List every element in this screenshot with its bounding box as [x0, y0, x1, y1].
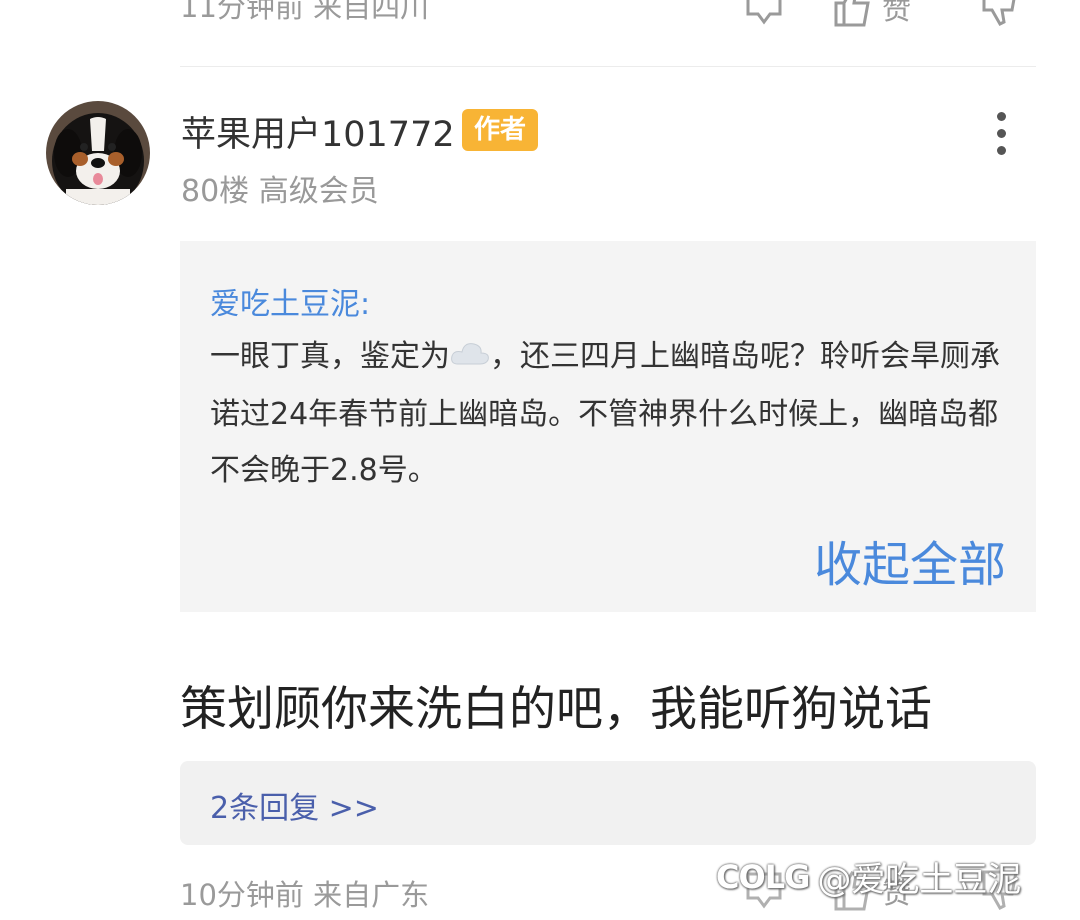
quote-text-part1: 一眼丁真，鉴定为	[210, 339, 450, 374]
more-vertical-icon	[996, 112, 1006, 121]
cloud-emoji-icon	[450, 331, 490, 387]
thumbs-up-icon	[834, 0, 870, 27]
comment-icon	[746, 0, 782, 25]
replies-label: 2条回复 >>	[210, 791, 379, 826]
watermark: COLG @爱吃土豆泥	[716, 852, 1021, 901]
author-badge: 作者	[462, 109, 539, 151]
more-options-button[interactable]	[990, 112, 1012, 158]
dog-avatar-image	[46, 101, 150, 205]
thumbs-down-icon	[982, 0, 1016, 26]
username[interactable]: 苹果用户101772	[181, 106, 455, 157]
prev-like-label: 赞	[882, 0, 912, 26]
quote-author[interactable]: 爱吃土豆泥:	[210, 279, 370, 323]
collapse-all-button[interactable]: 收起全部	[814, 525, 1006, 595]
prev-dislike-button[interactable]	[980, 0, 1020, 26]
comment-text: 策划顾你来洗白的吧，我能听狗说话	[180, 682, 932, 737]
floor-info: 80楼 高级会员	[181, 174, 379, 209]
comment-divider	[180, 66, 1036, 67]
view-replies-button[interactable]: 2条回复 >>	[180, 761, 1036, 845]
quoted-comment: 爱吃土豆泥: 一眼丁真，鉴定为 ，还三四月上幽暗岛呢？聆听会旱厕承诺过24年春节前…	[180, 241, 1036, 612]
prev-comment-meta: 11分钟前 来自四川	[180, 0, 430, 24]
prev-reply-button[interactable]	[744, 0, 784, 26]
avatar[interactable]	[46, 101, 150, 205]
watermark-logo: COLG	[716, 857, 810, 896]
prev-comment-actions: 赞	[740, 0, 1040, 28]
watermark-handle: @爱吃土豆泥	[817, 860, 1022, 900]
comment-meta: 10分钟前 来自广东	[180, 878, 430, 912]
prev-like-button[interactable]: 赞	[832, 0, 911, 28]
quote-text: 一眼丁真，鉴定为 ，还三四月上幽暗岛呢？聆听会旱厕承诺过24年春节前上幽暗岛。不管…	[210, 329, 1020, 499]
